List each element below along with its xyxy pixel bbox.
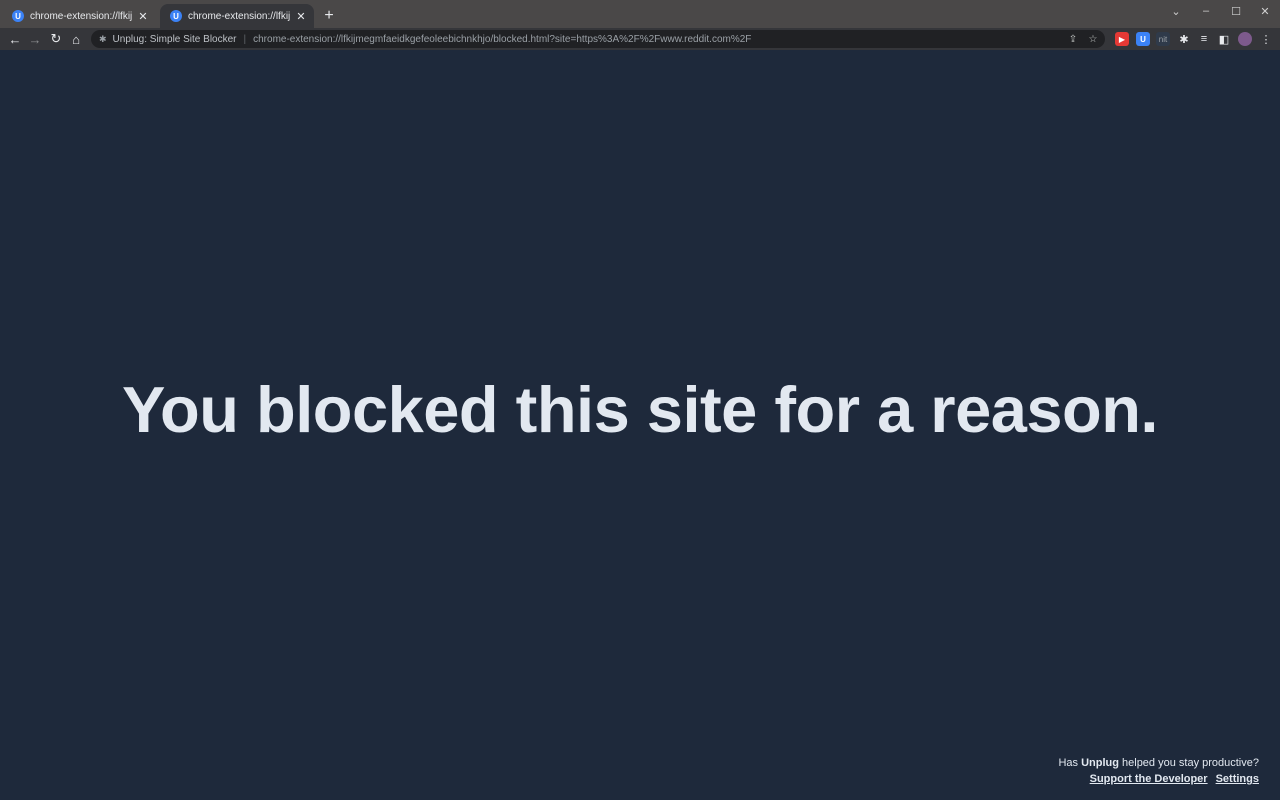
- close-tab-icon[interactable]: ✕: [294, 9, 308, 23]
- extension-icon[interactable]: nit: [1156, 32, 1170, 46]
- new-tab-button[interactable]: +: [320, 8, 338, 26]
- youtube-extension-icon[interactable]: ▶: [1115, 32, 1129, 46]
- menu-kebab-icon[interactable]: ⋮: [1257, 30, 1275, 48]
- tab-title: chrome-extension://lfkijmegmfaeidkgefeol…: [188, 10, 290, 22]
- blocked-page: You blocked this site for a reason. Has …: [0, 50, 1280, 800]
- close-tab-icon[interactable]: ✕: [136, 9, 150, 23]
- extensions-puzzle-icon[interactable]: ✱: [1175, 30, 1193, 48]
- tab-title: chrome-extension://lfkijmegmfaeidkgefeol…: [30, 10, 132, 22]
- page-headline: You blocked this site for a reason.: [122, 373, 1159, 446]
- tab-blocked-2[interactable]: U chrome-extension://lfkijmegmfaeidkgefe…: [160, 4, 314, 28]
- puzzle-icon: ✱: [99, 33, 107, 44]
- support-developer-link[interactable]: Support the Developer: [1090, 773, 1208, 785]
- browser-toolbar: ← → ↻ ⌂ ✱ Unplug: Simple Site Blocker | …: [0, 28, 1280, 50]
- footer-question: Has Unplug helped you stay productive?: [1058, 757, 1259, 769]
- footer-brand: Unplug: [1081, 757, 1119, 769]
- maximize-icon[interactable]: ☐: [1221, 0, 1251, 22]
- tab-strip: U chrome-extension://lfkijmegmfaeidkgefe…: [0, 0, 1280, 28]
- profile-avatar[interactable]: [1238, 32, 1252, 46]
- tab-search-icon[interactable]: ⌄: [1161, 0, 1191, 22]
- tab-blocked-1[interactable]: U chrome-extension://lfkijmegmfaeidkgefe…: [2, 4, 156, 28]
- separator: |: [243, 33, 247, 45]
- url-text: chrome-extension://lfkijmegmfaeidkgefeol…: [253, 33, 752, 45]
- unplug-favicon-icon: U: [12, 10, 24, 22]
- reading-list-icon[interactable]: ≡: [1195, 30, 1213, 48]
- footer: Has Unplug helped you stay productive? S…: [1058, 755, 1259, 787]
- address-bar[interactable]: ✱ Unplug: Simple Site Blocker | chrome-e…: [91, 30, 1105, 48]
- side-panel-icon[interactable]: ◧: [1215, 30, 1233, 48]
- settings-link[interactable]: Settings: [1216, 773, 1259, 785]
- bookmark-star-icon[interactable]: ☆: [1085, 30, 1101, 48]
- back-icon[interactable]: ←: [6, 30, 24, 48]
- extension-name: Unplug: Simple Site Blocker: [112, 33, 237, 45]
- share-icon[interactable]: ⇪: [1065, 30, 1081, 48]
- home-icon[interactable]: ⌂: [67, 30, 85, 48]
- reload-icon[interactable]: ↻: [47, 30, 65, 48]
- close-window-icon[interactable]: ✕: [1250, 0, 1280, 22]
- unplug-favicon-icon: U: [170, 10, 182, 22]
- minimize-icon[interactable]: –: [1191, 0, 1221, 22]
- unplug-extension-icon[interactable]: U: [1136, 32, 1150, 46]
- forward-icon[interactable]: →: [26, 30, 44, 48]
- footer-links: Support the Developer Settings: [1058, 771, 1259, 787]
